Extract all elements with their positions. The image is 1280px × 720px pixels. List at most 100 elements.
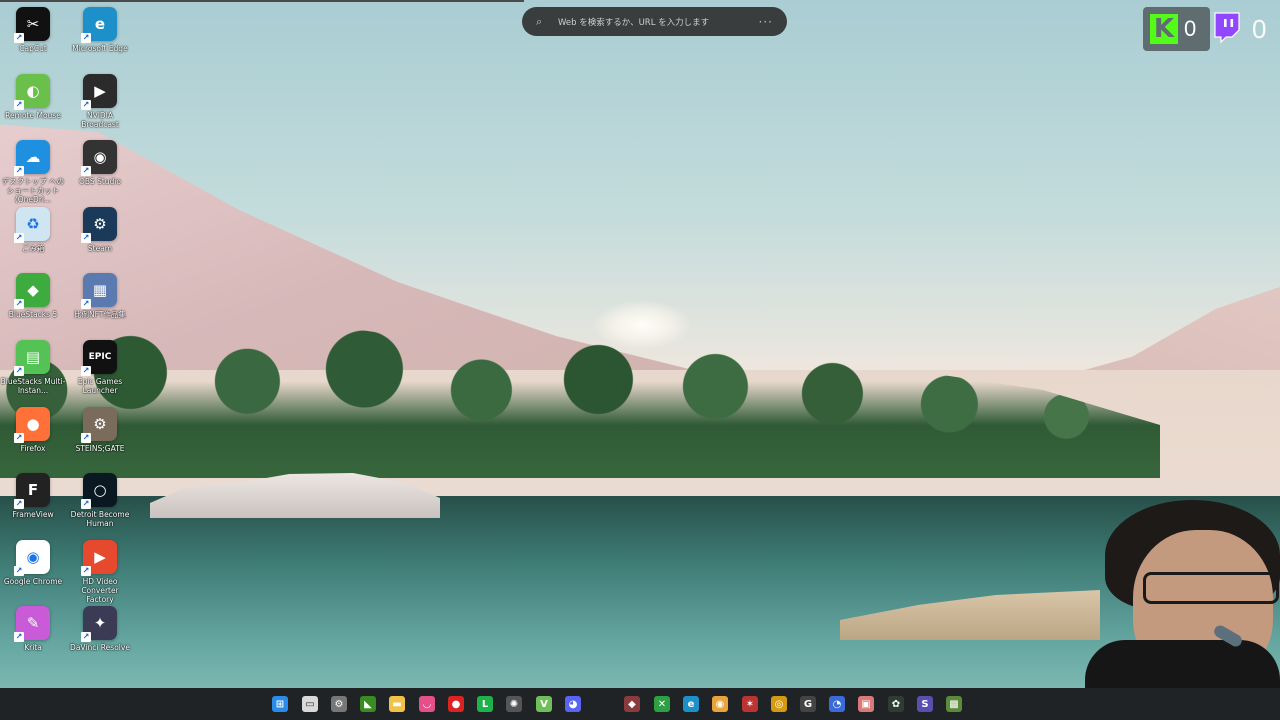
desktop-icon-epic-games[interactable]: EPIC ↗ Epic Games Launcher: [67, 340, 133, 395]
desktop-icon-capcut[interactable]: ✂ ↗ CapCut: [0, 7, 66, 53]
desktop-icon-label: STEINS;GATE: [75, 443, 125, 453]
desktop-icon-detroit[interactable]: ○ ↗ Detroit Become Human: [67, 473, 133, 528]
firefox-icon: ● ↗: [14, 406, 50, 443]
nvidia-broadcast-icon: ▶ ↗: [81, 73, 117, 110]
desktop-icon-label: Google Chrome: [3, 576, 63, 586]
taskbar-lips-app-icon[interactable]: ◡: [419, 696, 435, 712]
desktop-icon-label: BlueStacks 5: [8, 310, 58, 320]
bluestacks-icon: ◆ ↗: [14, 273, 50, 310]
shortcut-arrow-icon: ↗: [81, 565, 91, 576]
desktop-icon-label: Krita: [24, 643, 42, 653]
desktop-icon-edge[interactable]: e ↗ Microsoft Edge: [67, 7, 133, 53]
more-options-icon[interactable]: ···: [759, 15, 773, 29]
taskbar-nvidia-icon[interactable]: ◣: [360, 696, 376, 712]
taskbar-task-view-icon[interactable]: ▭: [302, 696, 318, 712]
taskbar-chrome-icon[interactable]: ◉: [712, 696, 728, 712]
desktop-icon-label: ごみ箱: [21, 243, 45, 253]
taskbar-record-icon[interactable]: ●: [448, 696, 464, 712]
desktop-icon-onedrive[interactable]: ☁ ↗ デスクトップ ヘのショートカット (OneDri...: [0, 140, 66, 204]
taskbar-coin-icon[interactable]: ◎: [771, 696, 787, 712]
recycle-bin-icon: ♻ ↗: [14, 206, 50, 243]
taskbar-discord-icon[interactable]: ◕: [565, 696, 581, 712]
shortcut-arrow-icon: ↗: [81, 232, 91, 243]
desktop-icon-label: Remote Mouse: [5, 110, 61, 120]
taskbar-vim-icon[interactable]: V: [536, 696, 552, 712]
remote-mouse-icon: ◐ ↗: [14, 73, 50, 110]
taskbar-tray-app-icon[interactable]: ◆: [624, 696, 640, 712]
steam-icon: ⚙ ↗: [81, 206, 117, 243]
hd-video-converter-icon: ▶ ↗: [81, 539, 117, 576]
taskbar-mail-icon[interactable]: S: [917, 696, 933, 712]
desktop-icon-label: OBS Studio: [79, 177, 121, 187]
desktop-icon-firefox[interactable]: ● ↗ Firefox: [0, 406, 66, 453]
desktop-icon-bluestacks-multi[interactable]: ▤ ↗ BlueStacks Multi-Instan...: [0, 340, 66, 395]
desktop-icon-steam[interactable]: ⚙ ↗ Steam: [67, 206, 133, 253]
capcut-icon: ✂ ↗: [14, 7, 50, 43]
webcam-overlay: [1085, 490, 1280, 720]
taskbar-game-icon[interactable]: ✶: [742, 696, 758, 712]
taskbar-file-explorer-icon[interactable]: ▬: [389, 696, 405, 712]
shortcut-arrow-icon: ↗: [14, 33, 24, 43]
desktop-icon-label: 比例NFT作品集: [74, 310, 126, 320]
desktop-icon-bluestacks[interactable]: ◆ ↗ BlueStacks 5: [0, 273, 66, 319]
desktop-icon-steins-gate[interactable]: ⚙ ↗ STEINS;GATE: [67, 406, 133, 453]
browser-search-bar[interactable]: ⌕ Web を検索するか、URL を入力します ···: [522, 7, 787, 36]
desktop-icon-label: Firefox: [20, 443, 46, 453]
taskbar-start-icon[interactable]: ⊞: [272, 696, 288, 712]
desktop-icon-hd-video-converter[interactable]: ▶ ↗ HD Video Converter Factory: [67, 539, 133, 604]
taskbar-tray-icon[interactable]: ✿: [888, 696, 904, 712]
desktop-icon-remote-mouse[interactable]: ◐ ↗ Remote Mouse: [0, 73, 66, 120]
desktop-icon-label: BlueStacks Multi-Instan...: [0, 377, 66, 395]
taskbar-g-app-icon[interactable]: G: [800, 696, 816, 712]
taskbar-minecraft-icon[interactable]: ▩: [946, 696, 962, 712]
taskbar-line-icon[interactable]: L: [477, 696, 493, 712]
desktop-icon-label: デスクトップ ヘのショートカット (OneDri...: [1, 177, 65, 205]
desktop-icon-chrome[interactable]: ◉ ↗ Google Chrome: [0, 539, 66, 586]
desktop-icon-label: Epic Games Launcher: [77, 377, 123, 395]
krita-icon: ✎ ↗: [14, 606, 50, 643]
shortcut-arrow-icon: ↗: [14, 366, 24, 376]
taskbar: ⊞ ▭ ⚙ ◣ ▬ ◡ ● L ✺ V ◕ ◆ ✕ e ◉ ✶ ◎ G ◔ ▣ ✿ S ▩: [0, 688, 1280, 720]
desktop-icon-recycle-bin[interactable]: ♻ ↗ ごみ箱: [0, 206, 66, 253]
shortcut-arrow-icon: ↗: [14, 499, 24, 510]
desktop-icon-label: Detroit Become Human: [70, 510, 130, 529]
davinci-resolve-icon: ✦ ↗: [81, 606, 117, 643]
desktop-icon-davinci-resolve[interactable]: ✦ ↗ DaVinci Resolve: [67, 606, 133, 652]
kick-icon: K: [1150, 14, 1178, 44]
shortcut-arrow-icon: ↗: [14, 232, 24, 243]
taskbar-edge-icon[interactable]: e: [683, 696, 699, 712]
taskbar-xbox-icon[interactable]: ✕: [654, 696, 670, 712]
edge-icon: e ↗: [81, 7, 117, 43]
desktop-icon-obs[interactable]: ◉ ↗ OBS Studio: [67, 140, 133, 186]
browser-top-line: [0, 0, 524, 2]
twitch-count: 0: [1252, 14, 1267, 44]
desktop-icon-label: FrameView: [12, 510, 54, 520]
shortcut-arrow-icon: ↗: [81, 33, 91, 43]
shortcut-arrow-icon: ↗: [81, 166, 91, 177]
desktop-icon-nft-collection[interactable]: ▦ ↗ 比例NFT作品集: [67, 273, 133, 319]
shortcut-arrow-icon: ↗: [14, 432, 24, 443]
taskbar-photo-icon[interactable]: ▣: [858, 696, 874, 712]
taskbar-chatgpt-icon[interactable]: ✺: [506, 696, 522, 712]
shortcut-arrow-icon: ↗: [81, 499, 91, 510]
shortcut-arrow-icon: ↗: [81, 432, 91, 443]
nft-collection-icon: ▦ ↗: [81, 273, 117, 310]
kick-viewer-counter: K 0: [1143, 7, 1210, 51]
shortcut-arrow-icon: ↗: [14, 565, 24, 576]
taskbar-settings-icon[interactable]: ⚙: [331, 696, 347, 712]
desktop-icon-nvidia-broadcast[interactable]: ▶ ↗ NVIDIA Broadcast: [67, 73, 133, 129]
shortcut-arrow-icon: ↗: [81, 366, 91, 376]
kick-count: 0: [1184, 16, 1197, 41]
desktop-icon-frameview[interactable]: F ↗ FrameView: [0, 473, 66, 519]
shortcut-arrow-icon: ↗: [14, 299, 24, 310]
shortcut-arrow-icon: ↗: [14, 632, 24, 643]
search-placeholder[interactable]: Web を検索するか、URL を入力します: [558, 16, 759, 28]
webcam-glasses: [1143, 572, 1279, 604]
desktop-icon-label: NVIDIA Broadcast: [81, 110, 119, 129]
chrome-icon: ◉ ↗: [14, 539, 50, 576]
shortcut-arrow-icon: ↗: [14, 166, 24, 177]
desktop-icon-label: DaVinci Resolve: [70, 643, 130, 653]
taskbar-browser-icon[interactable]: ◔: [829, 696, 845, 712]
desktop-icon-krita[interactable]: ✎ ↗ Krita: [0, 606, 66, 652]
desktop-icon-label: CapCut: [19, 44, 47, 53]
